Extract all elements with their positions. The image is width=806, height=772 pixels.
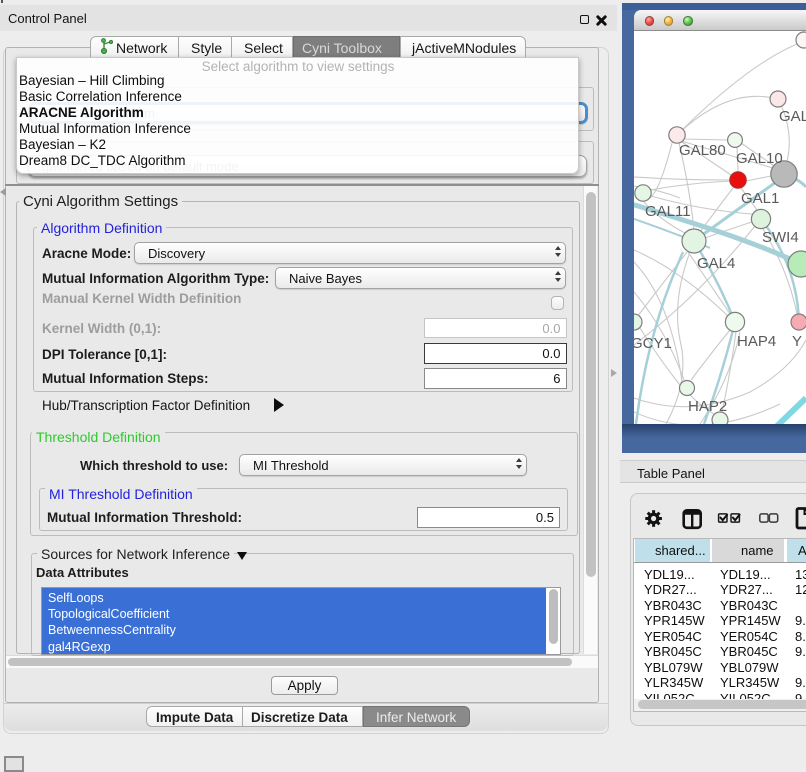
svg-text:GAL11: GAL11 bbox=[645, 203, 691, 220]
svg-text:GCY1: GCY1 bbox=[634, 335, 672, 352]
svg-text:HAP2: HAP2 bbox=[688, 398, 727, 415]
svg-text:GAL10: GAL10 bbox=[736, 150, 783, 167]
svg-text:GAL80: GAL80 bbox=[679, 142, 726, 159]
svg-text:SWI4: SWI4 bbox=[762, 229, 799, 246]
svg-text:GAL4: GAL4 bbox=[697, 255, 735, 272]
svg-text:GAL1: GAL1 bbox=[741, 190, 779, 207]
svg-text:Y: Y bbox=[792, 333, 802, 350]
svg-text:GAL: GAL bbox=[779, 108, 806, 125]
svg-text:HAP4: HAP4 bbox=[737, 333, 776, 350]
